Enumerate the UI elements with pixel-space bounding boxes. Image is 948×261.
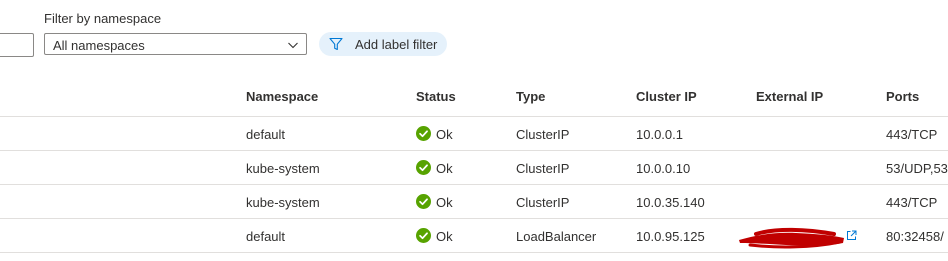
column-header-cluster-ip[interactable]: Cluster IP xyxy=(636,89,697,104)
cell-cluster-ip: 10.0.0.1 xyxy=(636,127,683,142)
table-row[interactable]: default Ok ClusterIP 10.0.0.1 443/TCP xyxy=(0,117,948,151)
status-text: Ok xyxy=(436,229,453,244)
cell-cluster-ip: 10.0.35.140 xyxy=(636,195,705,210)
funnel-icon xyxy=(329,37,343,51)
cell-namespace: kube-system xyxy=(246,195,320,210)
status-text: Ok xyxy=(436,161,453,176)
cell-namespace: default xyxy=(246,229,286,244)
status-text: Ok xyxy=(436,127,453,142)
column-header-external-ip[interactable]: External IP xyxy=(756,89,823,104)
search-input[interactable] xyxy=(0,33,34,57)
check-circle-icon xyxy=(416,194,431,209)
services-view: Filter by namespace All namespaces Add l… xyxy=(0,0,948,261)
cell-ports: 443/TCP xyxy=(886,195,938,210)
namespace-dropdown[interactable]: All namespaces xyxy=(44,33,307,55)
namespace-dropdown-value: All namespaces xyxy=(53,38,145,53)
redaction-scribble xyxy=(739,227,844,249)
cell-namespace: kube-system xyxy=(246,161,320,176)
cell-ports: 80:32458/ xyxy=(886,229,944,244)
check-circle-icon xyxy=(416,228,431,243)
column-header-status[interactable]: Status xyxy=(416,89,456,104)
cell-ports: 53/UDP,53 xyxy=(886,161,948,176)
cell-type: ClusterIP xyxy=(516,195,570,210)
check-circle-icon xyxy=(416,160,431,175)
check-circle-icon xyxy=(416,126,431,141)
cell-cluster-ip: 10.0.0.10 xyxy=(636,161,691,176)
cell-cluster-ip: 10.0.95.125 xyxy=(636,229,705,244)
chevron-down-icon xyxy=(288,42,298,49)
cell-type: LoadBalancer xyxy=(516,229,597,244)
services-table: Namespace Status Type Cluster IP Externa… xyxy=(0,80,948,253)
table-row[interactable]: kube-system Ok ClusterIP 10.0.35.140 443… xyxy=(0,185,948,219)
cell-status: Ok xyxy=(416,228,453,244)
cell-namespace: default xyxy=(246,127,286,142)
namespace-filter-label: Filter by namespace xyxy=(44,11,162,26)
cell-type: ClusterIP xyxy=(516,127,570,142)
column-header-type[interactable]: Type xyxy=(516,89,545,104)
cell-status: Ok xyxy=(416,194,453,210)
cell-ports: 443/TCP xyxy=(886,127,938,142)
open-external-icon[interactable] xyxy=(846,230,857,241)
cell-type: ClusterIP xyxy=(516,161,570,176)
column-header-ports[interactable]: Ports xyxy=(886,89,919,104)
table-header: Namespace Status Type Cluster IP Externa… xyxy=(0,80,948,117)
add-label-filter-label: Add label filter xyxy=(355,37,438,52)
table-row[interactable]: kube-system Ok ClusterIP 10.0.0.10 53/UD… xyxy=(0,151,948,185)
table-row[interactable]: default Ok LoadBalancer 10.0.95.125 80:3 xyxy=(0,219,948,253)
add-label-filter-button[interactable]: Add label filter xyxy=(319,32,447,56)
cell-status: Ok xyxy=(416,126,453,142)
status-text: Ok xyxy=(436,195,453,210)
cell-status: Ok xyxy=(416,160,453,176)
column-header-namespace[interactable]: Namespace xyxy=(246,89,318,104)
